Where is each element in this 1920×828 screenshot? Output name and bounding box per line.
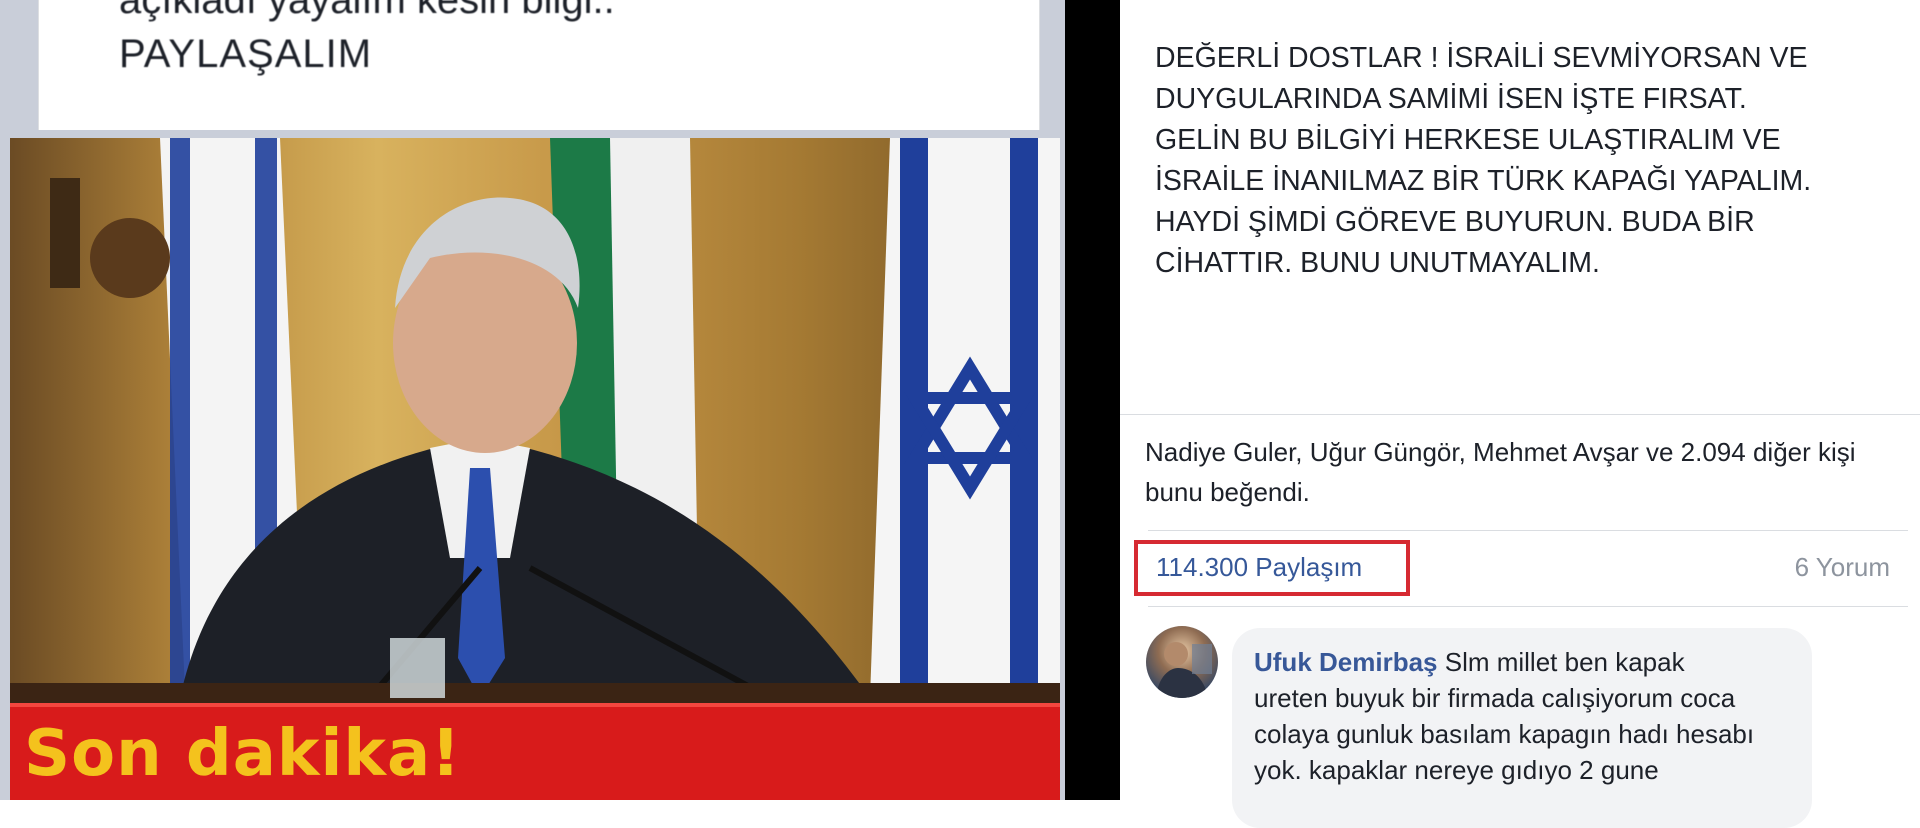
shared-post-screenshot: açıkladı yayalım kesin bilgi.. PAYLAŞALI… (0, 0, 1065, 800)
comment-count-link[interactable]: 6 Yorum (1795, 552, 1890, 583)
comment-line: colaya gunluk basılam kapagın hadı hesab… (1254, 719, 1755, 749)
avatar-photo-icon (1156, 642, 1212, 698)
comment-line: ureten buyuk bir firmada calışiyorum coc… (1254, 683, 1736, 713)
caption-line: açıkladı yayalım kesin bilgi.. (119, 0, 615, 22)
commenter-avatar[interactable] (1146, 626, 1218, 698)
post-body-line: CİHATTIR. BUNU UNUTMAYALIM. (1155, 247, 1600, 279)
facebook-post-panel: DEĞERLİ DOSTLAR ! İSRAİLİ SEVMİYORSAN VE… (1120, 0, 1920, 828)
comment-line: yok. kapaklar nereye gıdıyo 2 gune (1254, 755, 1659, 785)
share-count-link[interactable]: 114.300 Paylaşım (1156, 552, 1362, 583)
breaking-news-banner: Son dakika! (10, 703, 1060, 800)
post-body-line: DEĞERLİ DOSTLAR ! İSRAİLİ SEVMİYORSAN VE (1155, 42, 1808, 74)
post-body-line: HAYDİ ŞİMDİ GÖREVE BUYURUN. BUDA BİR (1155, 206, 1755, 238)
comment-author-link[interactable]: Ufuk Demirbaş (1254, 647, 1438, 677)
shared-post-caption-card: açıkladı yayalım kesin bilgi.. PAYLAŞALI… (38, 0, 1040, 130)
politician-podium-photo[interactable]: Son dakika! (10, 138, 1060, 800)
post-body-text: DEĞERLİ DOSTLAR ! İSRAİLİ SEVMİYORSAN VE… (1155, 38, 1895, 284)
divider-line (1148, 606, 1908, 607)
post-body-line: İSRAİLE İNANILMAZ BİR TÜRK KAPAĞI YAPALI… (1155, 165, 1812, 197)
comment-first-line: Ufuk Demirbaş Slm millet ben kapak (1254, 644, 1814, 680)
photo-illustration (10, 138, 1060, 800)
screenshot-divider (1065, 0, 1120, 800)
comment-line-text: Slm millet ben kapak (1437, 647, 1685, 677)
breaking-news-text: Son dakika! (24, 717, 462, 791)
post-body-line: DUYGULARINDA SAMİMİ İSEN İŞTE FIRSAT. (1155, 83, 1747, 115)
post-body-line: GELİN BU BİLGİYİ HERKESE ULAŞTIRALIM VE (1155, 124, 1781, 156)
comment-text: Ufuk Demirbaş Slm millet ben kapak urete… (1254, 644, 1814, 788)
caption-share-call: PAYLAŞALIM (119, 32, 373, 76)
likes-summary[interactable]: Nadiye Guler, Uğur Güngör, Mehmet Avşar … (1145, 432, 1905, 512)
divider-line (1148, 530, 1908, 531)
divider-line (1120, 414, 1920, 415)
